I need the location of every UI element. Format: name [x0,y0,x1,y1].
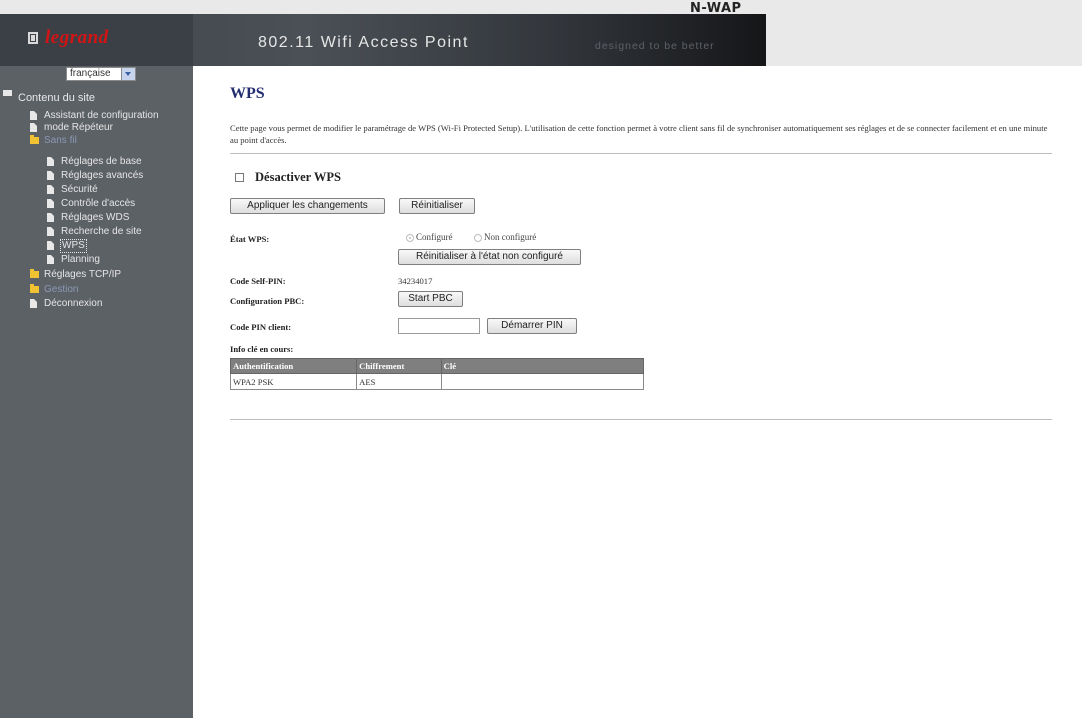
sidebar-item-label: Sans fil [44,135,77,146]
sidebar-item-label: Recherche de site [61,226,142,237]
start-pin-button[interactable]: Démarrer PIN [487,318,577,334]
wps-state-label: État WPS: [230,234,270,244]
sidebar: française Contenu du site Assistant de c… [0,66,193,718]
chevron-down-icon[interactable] [121,68,135,80]
document-icon [47,213,54,222]
self-pin-label: Code Self-PIN: [230,276,286,286]
folder-icon [30,135,39,144]
language-select-value: française [70,68,111,79]
sidebar-item-label: Réglages de base [61,156,142,167]
tree-root-label: Contenu du site [18,92,96,104]
page-title: WPS [230,85,265,102]
page-description: Cette page vous permet de modifier le pa… [230,123,1048,145]
disable-wps-label: Désactiver WPS [255,170,341,184]
cell-encryption: AES [356,373,442,390]
folder-icon [30,284,39,293]
key-info-table: Authentification Chiffrement Clé WPA2 PS… [229,358,645,390]
self-pin-value: 34234017 [398,276,433,286]
header-bar: legrand 802.11 Wifi Access Point N-WAP d… [0,0,1082,66]
state-configured-radio[interactable] [406,234,414,242]
cell-authentication: WPA2 PSK [229,373,358,390]
state-unconfigured-label: Non configuré [484,232,537,242]
legrand-logo-icon [28,32,38,44]
table-row: WPA2 PSK AES [229,373,645,390]
document-icon [30,111,37,120]
reset-to-unconfigured-button[interactable]: Réinitialiser à l'état non configuré [398,249,581,265]
client-pin-input[interactable] [398,318,480,334]
key-info-label: Info clé en cours: [230,344,294,354]
cell-key [440,373,645,390]
table-header-row: Authentification Chiffrement Clé [229,358,645,374]
document-icon [47,255,54,264]
sidebar-item-label: mode Répéteur [44,122,113,133]
document-icon [47,185,54,194]
header-authentication: Authentification [229,358,358,374]
state-unconfigured-radio[interactable] [474,234,482,242]
client-pin-label: Code PIN client: [230,322,292,332]
sidebar-item-label: WPS [60,239,87,253]
tagline: designed to be better [595,40,715,52]
sidebar-item-label: Assistant de configuration [44,110,159,121]
disable-wps-checkbox[interactable] [235,173,244,182]
start-pbc-button[interactable]: Start PBC [398,291,463,307]
folder-open-icon [3,90,12,96]
divider-bottom [230,419,1052,420]
header-key: Clé [440,358,645,374]
document-icon [30,299,37,308]
divider-top [230,153,1052,154]
sidebar-item-label: Réglages avancés [61,170,144,181]
sidebar-item-label: Sécurité [61,184,98,195]
apply-changes-button[interactable]: Appliquer les changements [230,198,385,214]
document-icon [30,123,37,132]
product-title: 802.11 Wifi Access Point [258,34,469,51]
brand-name: N-WAP [690,1,742,16]
sidebar-item-label: Planning [61,254,100,265]
document-icon [47,241,54,250]
language-select[interactable]: française [66,67,136,81]
pbc-config-label: Configuration PBC: [230,296,305,306]
document-icon [47,199,54,208]
sidebar-item-label: Réglages TCP/IP [44,269,122,280]
legrand-logo: legrand [45,27,109,48]
sidebar-item-label: Contrôle d'accès [61,198,136,209]
sidebar-item-label: Gestion [44,284,79,295]
document-icon [47,157,54,166]
document-icon [47,171,54,180]
sidebar-item-label: Réglages WDS [61,212,130,223]
header-encryption: Chiffrement [356,358,442,374]
state-configured-label: Configuré [416,232,453,242]
reset-button[interactable]: Réinitialiser [399,198,475,214]
folder-icon [30,269,39,278]
sidebar-item-label: Déconnexion [44,298,103,309]
document-icon [47,227,54,236]
